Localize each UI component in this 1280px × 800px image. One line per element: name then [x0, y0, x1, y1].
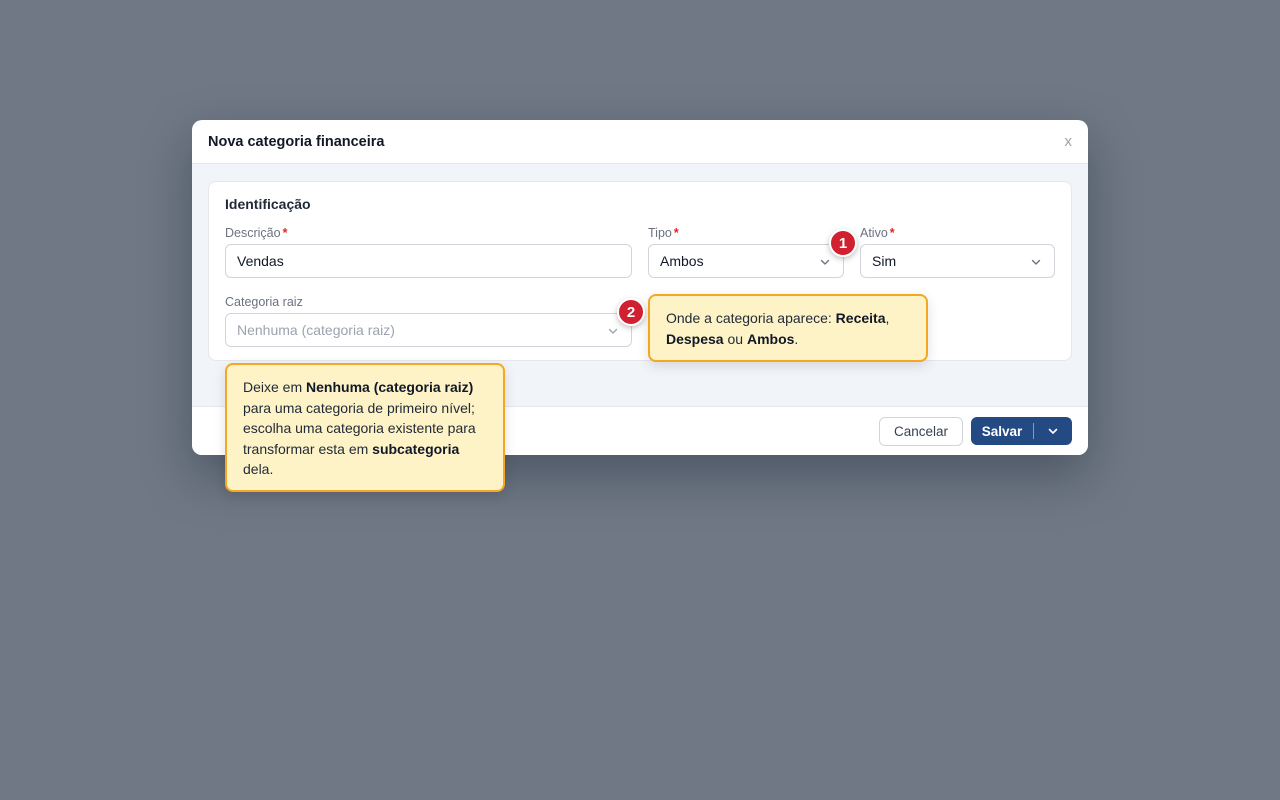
required-mark: * — [889, 226, 895, 240]
step-badge-1: 1 — [829, 229, 857, 257]
chevron-down-icon — [819, 256, 831, 268]
tipo-label: Tipo * — [648, 226, 679, 240]
tooltip-bold: Ambos — [746, 330, 795, 347]
ativo-select[interactable]: Sim — [860, 244, 1055, 278]
categoria-raiz-placeholder: Nenhuma (categoria raiz) — [237, 322, 395, 338]
categoria-raiz-help-tooltip: Deixe em Nenhuma (categoria raiz) para u… — [225, 363, 505, 492]
modal-header: Nova categoria financeira x — [192, 120, 1088, 164]
tooltip-text: . — [794, 330, 799, 347]
tooltip-bold: Despesa — [666, 330, 724, 347]
categoria-raiz-label: Categoria raiz — [225, 295, 303, 309]
cancel-button[interactable]: Cancelar — [879, 417, 963, 446]
tipo-select[interactable]: Ambos — [648, 244, 844, 278]
tooltip-bold: Receita — [835, 310, 886, 326]
ativo-value: Sim — [872, 253, 897, 269]
chevron-down-icon[interactable] — [1034, 425, 1072, 437]
required-mark: * — [673, 226, 679, 240]
categoria-raiz-select[interactable]: Nenhuma (categoria raiz) — [225, 313, 632, 347]
tooltip-text: dela. — [243, 461, 274, 477]
descricao-label: Descrição * — [225, 226, 287, 240]
descricao-value: Vendas — [237, 253, 284, 269]
tooltip-text: Onde a categoria aparece: — [666, 310, 836, 326]
tooltip-bold: subcategoria — [372, 440, 460, 457]
save-button-label[interactable]: Salvar — [971, 424, 1033, 439]
tipo-value: Ambos — [660, 253, 704, 269]
identification-card: Identificação Descrição * Vendas Tipo * Am… — [208, 181, 1072, 361]
required-mark: * — [282, 226, 288, 240]
categoria-raiz-label-text: Categoria raiz — [225, 295, 303, 309]
ativo-label: Ativo * — [860, 226, 895, 240]
tooltip-text: ou — [723, 330, 747, 347]
ativo-label-text: Ativo — [860, 226, 888, 240]
tooltip-bold: Nenhuma (categoria raiz) — [306, 379, 474, 395]
tooltip-text: Deixe em — [243, 379, 307, 395]
chevron-down-icon — [1030, 256, 1042, 268]
modal-title: Nova categoria financeira — [208, 133, 385, 150]
tipo-help-tooltip: Onde a categoria aparece: Receita, Despes… — [648, 294, 928, 362]
tipo-label-text: Tipo — [648, 226, 672, 240]
chevron-down-icon — [607, 325, 619, 337]
descricao-input[interactable]: Vendas — [225, 244, 632, 278]
step-badge-2: 2 — [617, 298, 645, 326]
section-title: Identificação — [225, 196, 311, 212]
tooltip-text: , — [885, 310, 890, 326]
descricao-label-text: Descrição — [225, 226, 281, 240]
save-button[interactable]: Salvar — [971, 417, 1072, 445]
close-icon[interactable]: x — [1065, 134, 1073, 149]
